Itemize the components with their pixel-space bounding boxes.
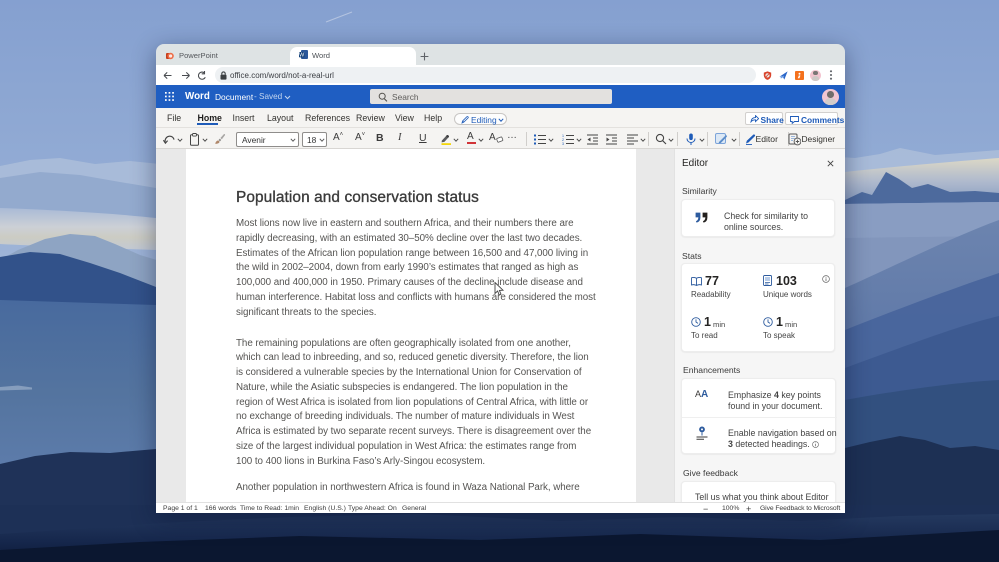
svg-text:3: 3 bbox=[562, 142, 564, 145]
